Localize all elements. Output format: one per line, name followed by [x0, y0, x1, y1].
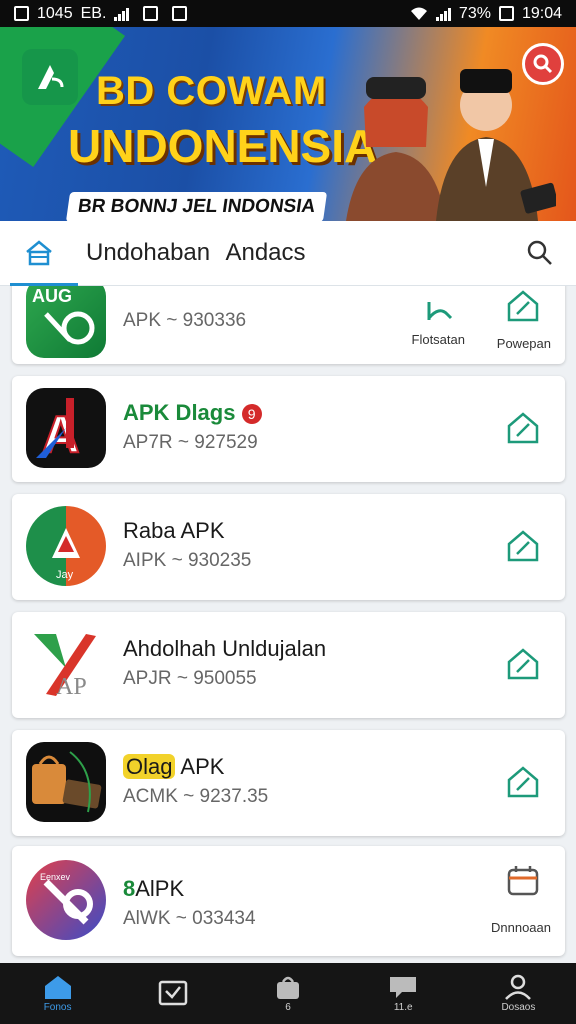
- status-left: 1045 EB.: [14, 4, 188, 23]
- app-name: 8AlPK: [123, 876, 184, 902]
- action-label: Dnnnoaan: [491, 920, 551, 935]
- banner-people-illustration: [346, 69, 556, 221]
- nav-label: Fonos: [43, 1002, 72, 1013]
- app-name-highlight: 8: [123, 876, 136, 901]
- status-left-extra: EB.: [80, 4, 107, 22]
- app-list: AUG APK ~ 930336 Flotsatan Powepan A APK…: [0, 286, 576, 963]
- nav-label: Dosaos: [501, 1002, 536, 1013]
- nav-profile[interactable]: Dosaos: [461, 963, 576, 1024]
- home-outline-icon[interactable]: [505, 764, 541, 800]
- banner-subtitle: BR BONNJ JEL INDONSIA: [65, 192, 328, 221]
- nav-label: 6: [285, 1002, 291, 1013]
- chat-icon: [390, 977, 417, 998]
- page-title: Undohaban Andacs: [86, 239, 306, 266]
- app-meta: APJR ~ 950055: [123, 668, 257, 689]
- image-icon: [143, 6, 159, 21]
- app-icon-text: Jay: [56, 569, 74, 581]
- home-tab-icon: [26, 240, 52, 266]
- notification-icon: [14, 6, 29, 21]
- profile-icon: [505, 974, 532, 1000]
- app-card[interactable]: Jay Raba APK AIPK ~ 930235: [12, 494, 565, 600]
- banner-title-line1: BD COWAM: [96, 69, 327, 113]
- app-meta: AlWK ~ 033434: [123, 908, 256, 929]
- app-icon: A: [26, 388, 106, 468]
- app-icon-text: Eenxev: [40, 872, 71, 882]
- status-left-text: 1045: [37, 4, 73, 22]
- nav-inbox[interactable]: [115, 963, 230, 1024]
- home-outline-icon[interactable]: [505, 528, 541, 564]
- app-icon: [26, 742, 106, 822]
- app-card[interactable]: Olag APK ACMK ~ 9237.35: [12, 730, 565, 836]
- app-icon-text: AP: [56, 674, 87, 700]
- calendar-icon[interactable]: [505, 862, 541, 898]
- banner-logo-icon: [22, 49, 78, 105]
- signal-icon: [114, 7, 130, 21]
- app-meta: AIPK ~ 930235: [123, 550, 252, 571]
- app-icon-text: AUG: [32, 286, 72, 306]
- promo-banner[interactable]: BD COWAM UNDONENSIA BR BONNJ JEL INDONSI…: [0, 27, 576, 221]
- wifi-icon: [410, 7, 427, 20]
- app-name-highlight: Olag: [123, 754, 176, 779]
- app-card[interactable]: AP Ahdolhah Unldujalan APJR ~ 950055: [12, 612, 565, 718]
- app-card[interactable]: Eenxev 8AlPK AlWK ~ 033434 Dnnnoaan: [12, 846, 565, 956]
- nav-chat[interactable]: 11.e: [346, 963, 461, 1024]
- app-name: Ahdolhah Unldujalan: [123, 636, 327, 661]
- app-name: Olag APK: [123, 754, 224, 780]
- app-name-text: AlPK: [135, 876, 185, 901]
- home-icon: [44, 976, 71, 999]
- app-badge: 9: [241, 404, 262, 425]
- status-right: 73% 19:04: [410, 5, 562, 23]
- nav-home[interactable]: Fonos: [0, 963, 115, 1024]
- app-header: Undohaban Andacs: [0, 221, 576, 286]
- app-icon: AP: [26, 624, 106, 704]
- cell-signal-icon: [435, 7, 451, 21]
- app-name-text: APK: [180, 754, 225, 779]
- action-label: Flotsatan: [411, 332, 465, 347]
- banner-search-badge-icon: [522, 43, 564, 85]
- inbox-icon: [158, 980, 188, 1005]
- battery-text: 73%: [458, 4, 491, 22]
- app-card[interactable]: AUG APK ~ 930336 Flotsatan Powepan: [12, 286, 565, 364]
- app-meta: ACMK ~ 9237.35: [123, 786, 269, 807]
- search-icon[interactable]: [526, 239, 554, 267]
- app-meta: APK ~ 930336: [123, 310, 247, 331]
- action-label: Powepan: [496, 336, 551, 351]
- bag-icon: [277, 976, 299, 999]
- app-meta: AP7R ~ 927529: [123, 432, 258, 453]
- home-outline-icon[interactable]: [505, 410, 541, 446]
- app-name-text: APK Dlags: [123, 400, 236, 425]
- status-time: 19:04: [521, 4, 562, 22]
- home-outline-icon[interactable]: [505, 646, 541, 682]
- home-tab[interactable]: [0, 221, 78, 286]
- bottom-nav: Fonos 6 11.e Dosaos: [0, 963, 576, 1024]
- battery-icon: [498, 6, 514, 21]
- home-outline-icon[interactable]: [505, 288, 541, 324]
- app-card[interactable]: A APK Dlags 9 AP7R ~ 927529: [12, 376, 565, 482]
- app-icon: AUG: [26, 286, 106, 358]
- app-name: APK Dlags 9: [123, 400, 262, 426]
- app-icon: Eenxev: [26, 860, 106, 940]
- status-bar: 1045 EB. 73% 19:04: [0, 0, 576, 27]
- app-icon: Jay: [26, 506, 106, 586]
- chart-icon[interactable]: [421, 292, 457, 328]
- app-name: Raba APK: [123, 518, 225, 543]
- download-icon: [172, 6, 188, 21]
- nav-bag[interactable]: 6: [230, 963, 345, 1024]
- nav-label: 11.e: [393, 1002, 413, 1013]
